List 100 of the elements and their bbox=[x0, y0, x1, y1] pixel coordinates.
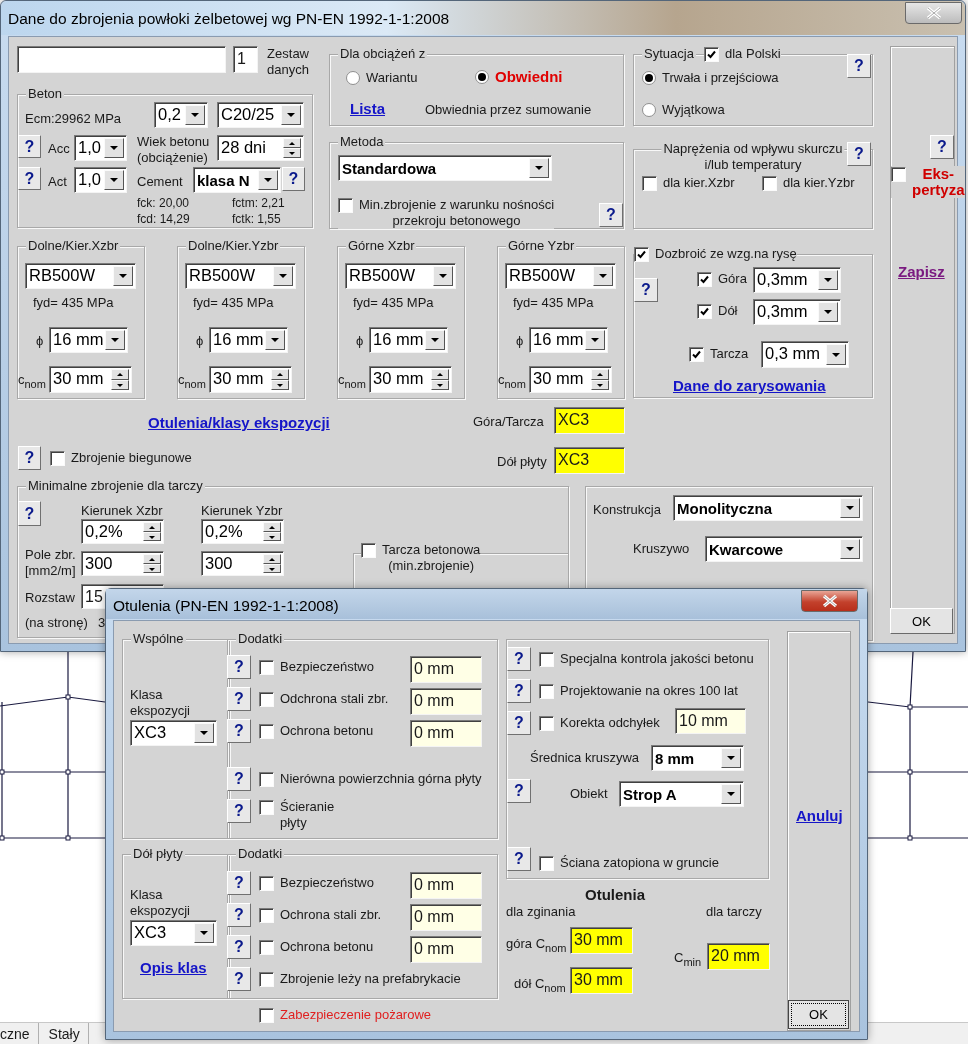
help-button[interactable]: ? bbox=[507, 847, 531, 871]
spin-buttons[interactable] bbox=[283, 138, 301, 158]
link[interactable]: Otulenia/klasy ekspozycji bbox=[148, 414, 330, 431]
help-button[interactable]: ? bbox=[634, 278, 658, 302]
spin-field[interactable]: 28 dni bbox=[217, 135, 304, 161]
help-button[interactable]: ? bbox=[599, 203, 623, 227]
checkbox[interactable]: Specjalna kontrola jakości betonu bbox=[539, 651, 754, 667]
dropdown[interactable]: Kwarcowe bbox=[705, 536, 863, 562]
spin-buttons[interactable] bbox=[431, 369, 449, 390]
help-button[interactable]: ? bbox=[18, 446, 41, 470]
help-button[interactable]: ? bbox=[507, 647, 531, 671]
checkbox[interactable]: Bezpieczeństwo bbox=[259, 875, 374, 891]
spin-field[interactable]: 30 mm bbox=[209, 366, 292, 393]
spin-buttons[interactable] bbox=[143, 554, 161, 573]
dropdown[interactable]: 16 mm bbox=[369, 327, 448, 353]
spin-buttons[interactable] bbox=[271, 369, 289, 390]
checkbox[interactable]: Ścieranie płyty bbox=[259, 799, 335, 831]
checkbox[interactable]: Ściana zatopiona w gruncie bbox=[539, 855, 719, 871]
dropdown[interactable]: 0,3mm bbox=[753, 299, 841, 325]
dropdown[interactable]: 16 mm bbox=[49, 327, 128, 353]
checkbox[interactable]: Ochrona betonu bbox=[259, 939, 374, 955]
dropdown[interactable]: Monolityczna bbox=[673, 495, 863, 521]
dropdown[interactable]: RB500W bbox=[185, 263, 296, 289]
dropdown[interactable]: XC3 bbox=[130, 920, 217, 946]
help-button[interactable]: ? bbox=[507, 679, 531, 703]
help-button[interactable]: ? bbox=[227, 871, 251, 895]
close-button[interactable] bbox=[801, 590, 858, 612]
checkbox[interactable]: Dół bbox=[697, 303, 738, 319]
help-button[interactable]: ? bbox=[847, 54, 871, 78]
close-button[interactable] bbox=[905, 2, 962, 24]
help-button[interactable]: ? bbox=[227, 719, 251, 743]
status-tab[interactable]: czne bbox=[0, 1023, 39, 1044]
spin-field[interactable]: 30 mm bbox=[49, 366, 132, 393]
help-button[interactable]: ? bbox=[227, 655, 251, 679]
checkbox[interactable]: Zbrojenie leży na prefabrykacie bbox=[259, 971, 461, 987]
help-button[interactable]: ? bbox=[227, 967, 251, 991]
checkbox[interactable]: Nierówna powierzchnia górna płyty bbox=[259, 771, 482, 787]
radio-button[interactable]: Trwała i przejściowa bbox=[642, 70, 779, 86]
checkbox[interactable]: Odchrona stali zbr. bbox=[259, 691, 389, 707]
radio-button[interactable]: Wyjątkowa bbox=[642, 102, 725, 118]
dialog-button[interactable]: OK bbox=[788, 1000, 849, 1029]
help-button[interactable]: ? bbox=[507, 779, 531, 803]
input-field[interactable]: 0 mm bbox=[410, 904, 482, 931]
link[interactable]: Lista bbox=[350, 100, 385, 117]
dropdown[interactable]: 0,3mm bbox=[753, 267, 841, 293]
dropdown[interactable]: Strop A bbox=[619, 781, 744, 807]
help-button[interactable]: ? bbox=[227, 799, 251, 823]
dropdown[interactable]: 8 mm bbox=[651, 745, 744, 771]
help-button[interactable]: ? bbox=[282, 167, 305, 191]
spin-buttons[interactable] bbox=[263, 522, 281, 541]
dropdown[interactable]: RB500W bbox=[505, 263, 616, 289]
spin-field[interactable]: 30 mm bbox=[369, 366, 452, 393]
spin-buttons[interactable] bbox=[263, 554, 281, 573]
checkbox[interactable]: Zbrojenie biegunowe bbox=[50, 450, 192, 466]
checkbox[interactable]: Tarcza bbox=[689, 346, 749, 362]
dropdown[interactable]: XC3 bbox=[130, 720, 217, 746]
input-field[interactable]: 0 mm bbox=[410, 688, 482, 715]
input-field[interactable]: 0 mm bbox=[410, 872, 482, 899]
checkbox[interactable]: dla kier.Yzbr bbox=[762, 175, 855, 191]
help-button[interactable]: ? bbox=[18, 135, 41, 158]
checkbox[interactable]: dla Polski bbox=[704, 46, 781, 62]
help-button[interactable]: ? bbox=[18, 167, 41, 190]
dialog-button[interactable]: OK bbox=[890, 608, 953, 634]
checkbox[interactable]: Ochrona betonu bbox=[259, 723, 374, 739]
dropdown[interactable]: 1,0 bbox=[74, 135, 127, 161]
help-button[interactable]: ? bbox=[227, 687, 251, 711]
help-button[interactable]: ? bbox=[847, 142, 871, 166]
help-button[interactable]: ? bbox=[18, 501, 41, 526]
dropdown[interactable]: 16 mm bbox=[529, 327, 608, 353]
dropdown[interactable]: 0,2 bbox=[154, 102, 208, 128]
help-button[interactable]: ? bbox=[227, 935, 251, 959]
checkbox[interactable]: dla kier.Xzbr bbox=[642, 175, 735, 191]
checkbox[interactable]: Projektowanie na okres 100 lat bbox=[539, 683, 738, 699]
spin-buttons[interactable] bbox=[111, 369, 129, 390]
dropdown[interactable]: klasa N bbox=[193, 167, 281, 193]
dropdown[interactable]: RB500W bbox=[25, 263, 136, 289]
input-field[interactable]: 1 bbox=[233, 46, 258, 73]
help-button[interactable]: ? bbox=[930, 135, 954, 159]
link[interactable]: Zapisz bbox=[898, 263, 945, 280]
link[interactable]: Opis klas bbox=[140, 959, 207, 976]
help-button[interactable]: ? bbox=[227, 767, 251, 791]
dropdown[interactable]: Standardowa bbox=[338, 155, 552, 181]
dropdown[interactable]: RB500W bbox=[345, 263, 456, 289]
checkbox[interactable]: Bezpieczeństwo bbox=[259, 659, 374, 675]
spin-buttons[interactable] bbox=[143, 522, 161, 541]
spin-field[interactable]: 0,2% bbox=[201, 519, 284, 544]
spin-field[interactable]: 0,2% bbox=[81, 519, 164, 544]
radio-button[interactable]: Wariantu bbox=[346, 70, 418, 86]
link[interactable]: Anuluj bbox=[796, 807, 843, 824]
spin-field[interactable]: 300 bbox=[81, 551, 164, 576]
dropdown[interactable]: C20/25 bbox=[217, 102, 304, 128]
checkbox[interactable]: Ochrona stali zbr. bbox=[259, 907, 382, 923]
link[interactable]: Dane do zarysowania bbox=[673, 377, 826, 394]
checkbox[interactable]: Tarcza betonowa (min.zbrojenie) bbox=[361, 542, 481, 574]
help-button[interactable]: ? bbox=[227, 903, 251, 927]
dropdown[interactable]: 0,3 mm bbox=[761, 341, 849, 368]
input-field[interactable]: 0 mm bbox=[410, 656, 482, 683]
status-tab[interactable]: Stały bbox=[48, 1023, 89, 1044]
help-button[interactable]: ? bbox=[507, 711, 531, 735]
checkbox[interactable]: Dozbroić ze wzg.na rysę bbox=[634, 246, 797, 262]
